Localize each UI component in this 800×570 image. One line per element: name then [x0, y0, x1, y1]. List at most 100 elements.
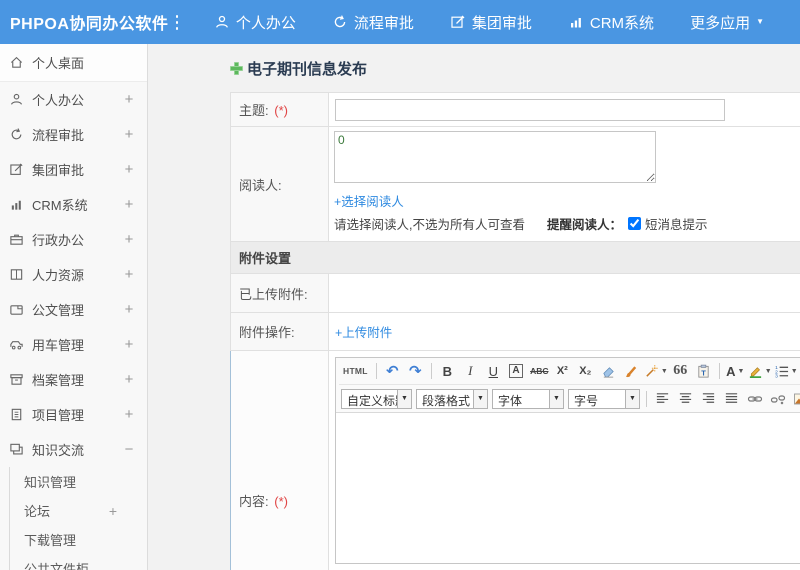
align-right-icon[interactable]	[698, 388, 719, 409]
italic-button[interactable]: I	[460, 361, 481, 382]
align-justify-icon[interactable]	[721, 388, 742, 409]
nav-personal-office[interactable]: 个人办公	[214, 12, 296, 33]
sidebar-item-projects[interactable]: 项目管理 +	[0, 397, 147, 432]
unlink-icon[interactable]	[767, 388, 788, 409]
strikethrough-button[interactable]: ABC	[529, 361, 550, 382]
toolbar-row-2: 自定义标题 ▼ 段落格式 ▼ 字体 ▼ 字号 ▼	[339, 385, 800, 412]
align-center-icon[interactable]	[675, 388, 696, 409]
paragraph-format-select[interactable]: 段落格式 ▼	[416, 388, 488, 409]
subscript-button[interactable]: X₂	[575, 361, 596, 382]
nav-workflow-approval[interactable]: 流程审批	[332, 12, 414, 33]
sidebar-label: 知识交流	[32, 443, 85, 458]
nav-more-apps[interactable]: 更多应用 ▼	[690, 12, 764, 33]
sidebar-item-group-approval[interactable]: 集团审批 +	[0, 152, 147, 187]
sidebar-label: CRM系统	[32, 198, 88, 213]
expand-plus[interactable]: +	[123, 301, 135, 318]
html-source-button[interactable]: HTML	[340, 361, 371, 382]
nav-label: 集团审批	[471, 14, 532, 32]
font-color-button[interactable]: A ▼	[725, 361, 746, 382]
sidebar-item-knowledge[interactable]: 知识交流 −	[0, 432, 147, 467]
process-icon	[332, 14, 348, 30]
page-title-row: 电子期刊信息发布	[230, 58, 800, 79]
uploaded-label-cell: 已上传附件:	[230, 273, 329, 313]
top-header: PHPOA协同办公软件 个人办公 流程审批 集团审批 CRM系统 更多应用 ▼	[0, 0, 800, 44]
caret-down-icon: ▼	[549, 389, 563, 408]
sidebar-item-personal-office[interactable]: 个人办公 +	[0, 82, 147, 117]
knowledge-submenu: 知识管理 论坛 + 下载管理 公共文件柜	[9, 467, 147, 570]
sidebar-label: 公文管理	[32, 303, 85, 318]
expand-plus[interactable]: +	[107, 503, 119, 519]
sidebar-subitem-public-files[interactable]: 公共文件柜	[10, 554, 147, 570]
sidebar-item-documents[interactable]: 公文管理 +	[0, 292, 147, 327]
bar-chart-icon	[9, 197, 24, 212]
highlight-color-button[interactable]: ▼	[748, 361, 772, 382]
expand-plus[interactable]: +	[123, 126, 135, 143]
align-left-icon[interactable]	[652, 388, 673, 409]
blockquote-button[interactable]: 66	[670, 361, 691, 382]
content-value-cell: HTML ↶ ↷ B I U A ABC X² X₂ ▼ 66 T A ▼ ▼ …	[328, 350, 800, 570]
auto-typeset-icon[interactable]: ▼	[644, 361, 668, 382]
ordered-list-button[interactable]: 123 ▼	[774, 361, 798, 382]
process-icon	[9, 127, 24, 142]
sidebar-item-vehicles[interactable]: 用车管理 +	[0, 327, 147, 362]
editor-content-area[interactable]	[336, 413, 800, 563]
undo-icon[interactable]: ↶	[382, 361, 403, 382]
sidebar-item-archives[interactable]: 档案管理 +	[0, 362, 147, 397]
sms-notify-checkbox[interactable]	[628, 217, 641, 230]
edit-square-icon	[9, 162, 24, 177]
content-label: 内容:	[239, 494, 269, 509]
subject-row: 主题: (*)	[230, 92, 800, 127]
car-icon	[9, 337, 24, 352]
sidebar-item-crm[interactable]: CRM系统 +	[0, 187, 147, 222]
nav-label: 更多应用	[690, 14, 751, 32]
superscript-button[interactable]: X²	[552, 361, 573, 382]
paste-text-icon[interactable]: T	[693, 361, 714, 382]
required-mark: (*)	[274, 103, 288, 118]
briefcase-icon	[9, 232, 24, 247]
sidebar-subitem-knowledge-mgmt[interactable]: 知识管理	[10, 467, 147, 496]
expand-minus[interactable]: −	[123, 441, 135, 458]
nav-group-approval[interactable]: 集团审批	[450, 12, 532, 33]
expand-plus[interactable]: +	[123, 91, 135, 108]
expand-plus[interactable]: +	[123, 371, 135, 388]
redo-icon[interactable]: ↷	[405, 361, 426, 382]
sidebar-item-workflow-approval[interactable]: 流程审批 +	[0, 117, 147, 152]
page-title: 电子期刊信息发布	[247, 61, 368, 78]
expand-plus[interactable]: +	[123, 231, 135, 248]
sidebar-item-hr[interactable]: 人力资源 +	[0, 257, 147, 292]
caret-down-icon: ▼	[790, 367, 798, 375]
readers-textarea[interactable]: 0	[334, 131, 656, 183]
subject-label-cell: 主题: (*)	[230, 92, 329, 127]
sidebar-label: 知识管理	[24, 475, 77, 490]
format-brush-icon[interactable]	[621, 361, 642, 382]
expand-plus[interactable]: +	[123, 406, 135, 423]
upload-attachment-link[interactable]: +上传附件	[335, 326, 392, 340]
sidebar-label: 公共文件柜	[24, 562, 90, 570]
sidebar-item-admin-office[interactable]: 行政办公 +	[0, 222, 147, 257]
sidebar-item-desktop[interactable]: 个人桌面	[0, 44, 147, 82]
home-icon	[9, 55, 24, 70]
sidebar-label: 行政办公	[32, 233, 85, 248]
sidebar-label: 项目管理	[32, 408, 85, 423]
expand-plus[interactable]: +	[123, 266, 135, 283]
nav-crm-system[interactable]: CRM系统	[568, 12, 654, 33]
sidebar-label: 人力资源	[32, 268, 85, 283]
insert-image-icon[interactable]	[790, 388, 800, 409]
expand-plus[interactable]: +	[123, 161, 135, 178]
expand-plus[interactable]: +	[123, 196, 135, 213]
bold-button[interactable]: B	[437, 361, 458, 382]
font-family-select[interactable]: 字体 ▼	[492, 388, 564, 409]
eraser-icon[interactable]	[598, 361, 619, 382]
underline-button[interactable]: U	[483, 361, 504, 382]
top-nav: 个人办公 流程审批 集团审批 CRM系统 更多应用 ▼	[214, 12, 800, 33]
sidebar-subitem-forum[interactable]: 论坛 +	[10, 496, 147, 525]
font-border-button[interactable]: A	[509, 364, 524, 378]
link-icon[interactable]	[744, 388, 765, 409]
subject-input[interactable]	[335, 98, 725, 121]
font-size-select[interactable]: 字号 ▼	[568, 388, 640, 409]
expand-plus[interactable]: +	[123, 336, 135, 353]
sidebar-subitem-downloads[interactable]: 下载管理	[10, 525, 147, 554]
custom-heading-select[interactable]: 自定义标题 ▼	[341, 388, 412, 409]
menu-toggle-icon[interactable]	[176, 14, 178, 30]
select-readers-link[interactable]: +选择阅读人	[334, 195, 404, 209]
